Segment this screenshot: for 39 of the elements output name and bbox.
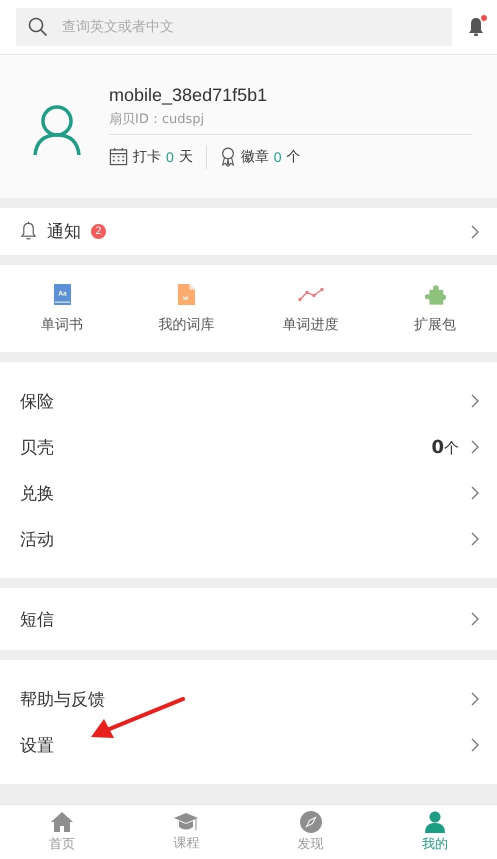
user-id: 扇贝ID：cudspj	[109, 110, 473, 134]
chevron-icon	[471, 692, 479, 706]
shortcut-button[interactable]: 扩展包	[372, 265, 497, 352]
menu-item[interactable]: 保险	[0, 378, 497, 424]
chevron-icon	[471, 394, 479, 408]
badges-unit: 个	[286, 148, 301, 166]
checkin-label: 打卡	[133, 148, 161, 166]
badges-count: 0	[274, 148, 282, 164]
notification-row[interactable]: 通知 2	[0, 208, 497, 255]
chevron-icon	[471, 612, 479, 626]
puzzle-icon	[424, 283, 446, 306]
medal-icon	[220, 146, 236, 166]
chevron-icon	[471, 224, 479, 238]
compass-icon	[300, 811, 322, 833]
checkin-count: 0	[166, 148, 174, 164]
search-icon	[28, 17, 48, 37]
username: mobile_38ed71f5b1	[109, 84, 268, 106]
menu-item[interactable]: 帮助与反馈	[0, 676, 497, 722]
shortcut-button[interactable]: 单词进度	[248, 265, 373, 352]
avatar-icon	[33, 104, 81, 156]
unread-badge: 2	[91, 224, 106, 239]
bell-icon[interactable]	[466, 15, 488, 39]
notification-label: 通知	[47, 221, 81, 243]
chevron-icon	[471, 486, 479, 500]
chevron-icon	[471, 532, 479, 546]
calendar-icon	[109, 147, 128, 166]
graduation-cap-icon	[173, 812, 200, 832]
bell-icon	[20, 221, 37, 242]
checkin-unit: 天	[178, 148, 193, 166]
menu-item[interactable]: 活动	[0, 516, 497, 562]
badges-label: 徽章	[240, 148, 269, 166]
menu-item[interactable]: 兑换	[0, 470, 497, 516]
home-icon	[50, 811, 74, 833]
search-field[interactable]: 查询英文或者中文	[16, 8, 452, 46]
menu-item[interactable]: 设置	[0, 722, 497, 768]
chevron-icon	[471, 738, 479, 752]
menu-item[interactable]: 贝壳 0个	[0, 424, 497, 470]
chevron-icon	[471, 440, 479, 454]
person-icon	[424, 811, 445, 833]
